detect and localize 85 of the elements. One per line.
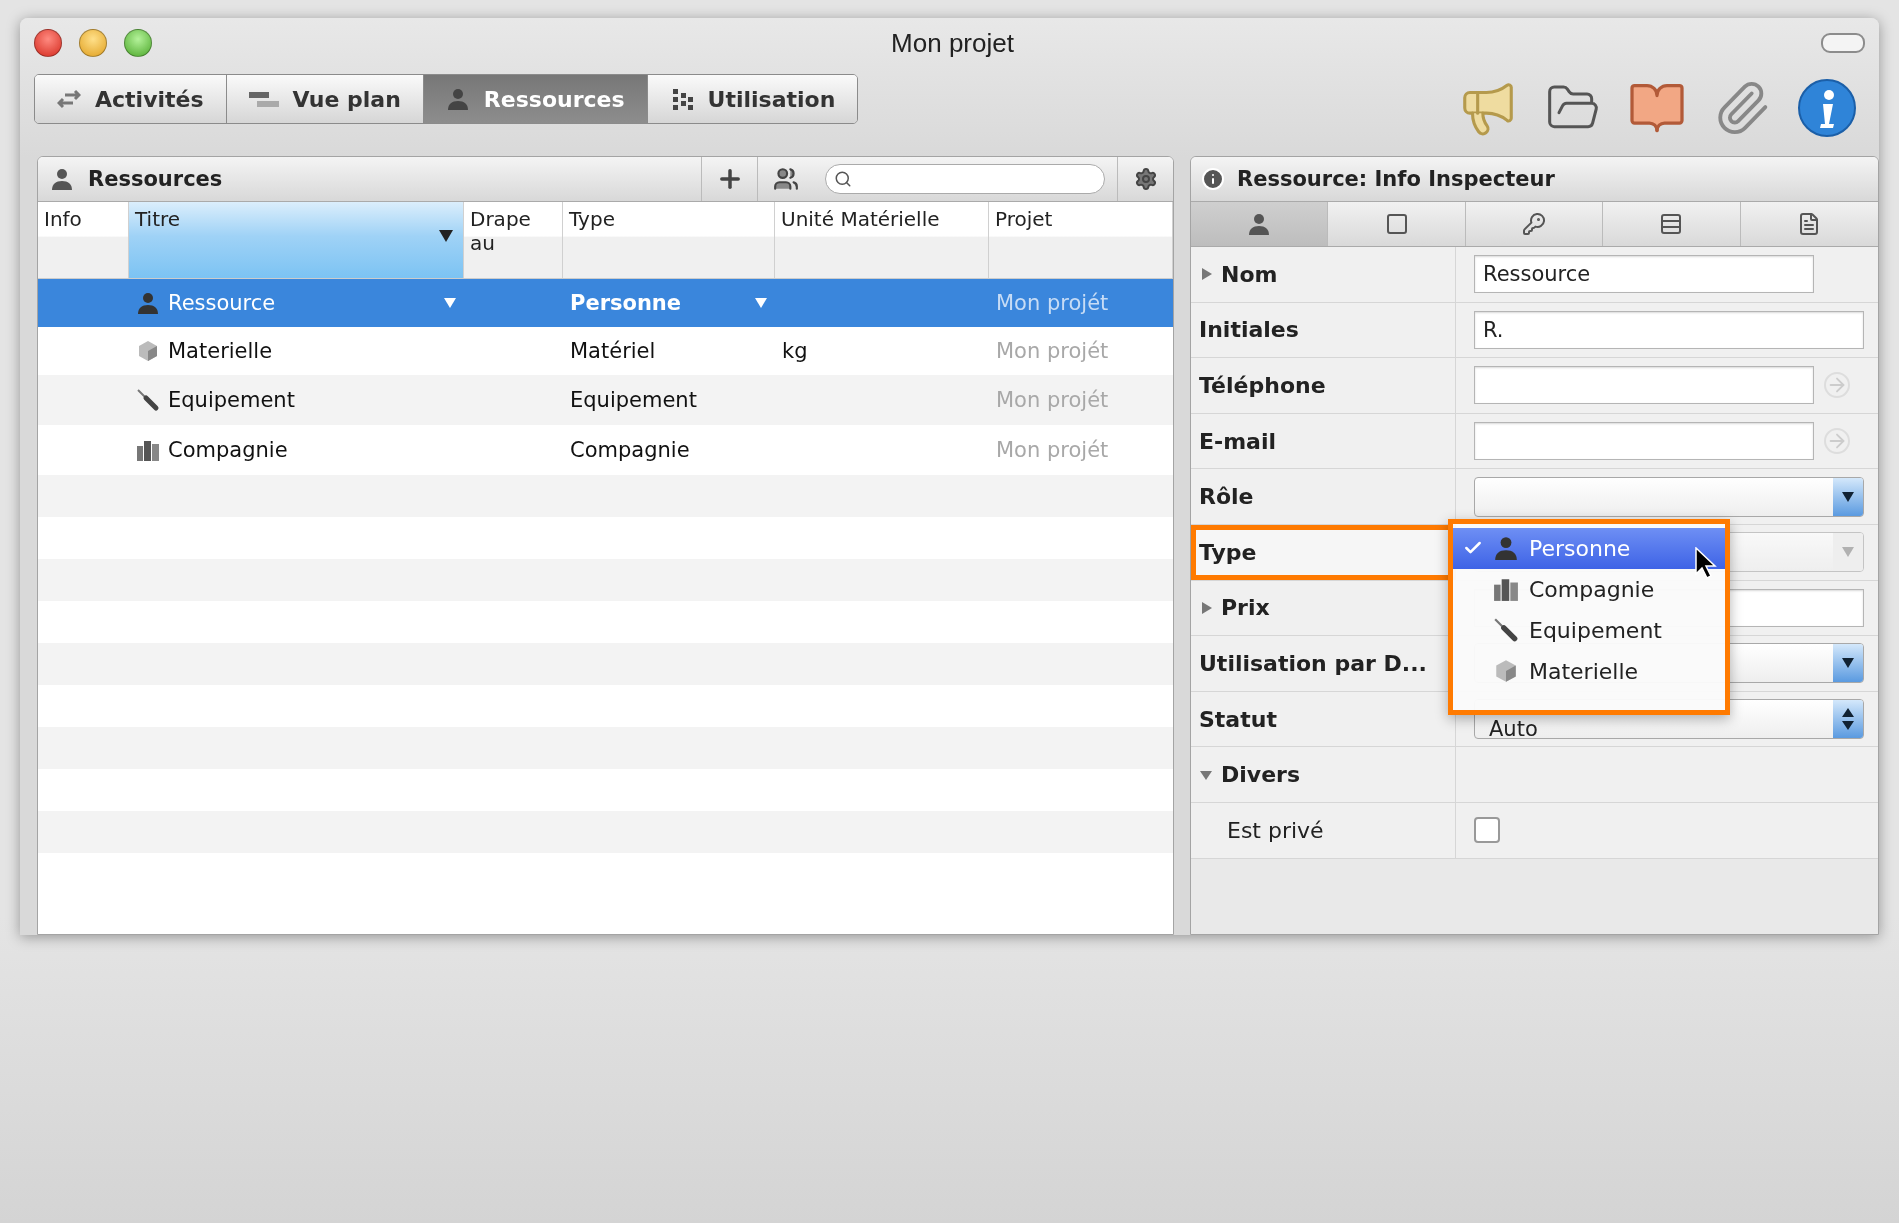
menu-item[interactable]: Compagnie xyxy=(1453,568,1725,610)
dropdown-arrow-icon xyxy=(755,298,767,308)
toolbar-toggle-button[interactable] xyxy=(1821,33,1865,53)
screwdriver-icon xyxy=(1493,617,1519,644)
people-icon xyxy=(772,166,799,192)
type-cell: Equipement xyxy=(570,388,697,412)
rows-icon xyxy=(1659,212,1684,236)
input-field[interactable] xyxy=(1474,366,1814,405)
field-label: Rôle xyxy=(1199,484,1254,510)
resource-row[interactable]: Ressource Personne Mon projét xyxy=(38,279,1173,327)
gear-icon xyxy=(1133,167,1158,191)
caret-down-icon xyxy=(1842,547,1854,558)
zoom-button[interactable] xyxy=(124,29,152,57)
view-tab[interactable]: Vue plan xyxy=(226,75,424,123)
square-icon xyxy=(1384,212,1409,236)
field-label: Divers xyxy=(1221,762,1300,788)
info-icon xyxy=(1201,167,1225,191)
type-cell: Compagnie xyxy=(570,438,690,462)
dropdown-arrow-icon xyxy=(444,298,456,308)
arrows-icon xyxy=(57,87,81,111)
mouse-cursor-icon xyxy=(1695,546,1717,579)
caret-down-icon xyxy=(1842,658,1854,669)
up-down-arrows-icon xyxy=(1842,708,1854,731)
title-cell: Compagnie xyxy=(168,438,288,462)
cube-icon xyxy=(136,339,160,363)
resource-row[interactable]: Equipement Equipement Mon projét xyxy=(38,375,1173,425)
field-label: Statut xyxy=(1199,706,1277,732)
project-cell: Mon projét xyxy=(996,291,1109,315)
field-label: Initiales xyxy=(1199,317,1299,343)
column-header[interactable]: Type xyxy=(563,202,775,278)
panel-title: Ressource: Info Inspecteur xyxy=(1237,167,1555,191)
column-header[interactable]: Drape au xyxy=(464,202,563,278)
column-header[interactable]: Info xyxy=(38,202,129,278)
input-field[interactable] xyxy=(1474,422,1814,461)
sort-arrow-icon xyxy=(439,230,453,242)
field-label: Prix xyxy=(1221,595,1270,621)
search-field[interactable] xyxy=(825,164,1105,194)
person-icon xyxy=(136,291,160,315)
field-label: Type xyxy=(1199,539,1257,565)
cube-icon xyxy=(1493,658,1519,685)
search-icon xyxy=(834,170,852,188)
field-label: Utilisation par D... xyxy=(1199,650,1427,676)
close-button[interactable] xyxy=(34,29,62,57)
input-field[interactable]: Ressource xyxy=(1474,255,1814,294)
field-label: Nom xyxy=(1221,261,1278,287)
project-cell: Mon projét xyxy=(996,438,1109,462)
project-cell: Mon projét xyxy=(996,339,1109,363)
field-label: Est privé xyxy=(1227,817,1324,843)
screwdriver-icon xyxy=(136,388,160,412)
person-icon xyxy=(445,87,470,111)
dropdown[interactable] xyxy=(1474,476,1864,517)
info-icon[interactable] xyxy=(1797,78,1857,138)
person-icon xyxy=(1493,535,1519,562)
input-field[interactable]: R. xyxy=(1474,310,1864,349)
title-cell: Materielle xyxy=(168,339,273,363)
type-cell: Personne xyxy=(570,291,682,315)
title-cell: Equipement xyxy=(168,388,295,412)
column-header[interactable]: Projet xyxy=(989,202,1173,278)
caret-down-icon xyxy=(1842,491,1854,502)
menu-item[interactable]: Materielle xyxy=(1453,650,1725,692)
column-header[interactable]: Titre xyxy=(129,202,464,278)
column-header[interactable]: Unité Matérielle xyxy=(775,202,989,278)
checkbox[interactable] xyxy=(1474,817,1500,844)
view-tab[interactable]: Activités xyxy=(35,75,227,123)
person-icon xyxy=(1247,212,1272,236)
minimize-button[interactable] xyxy=(79,29,107,57)
inspector-tab[interactable] xyxy=(1191,202,1329,246)
menu-item[interactable]: Equipement xyxy=(1453,609,1725,651)
field-label: Téléphone xyxy=(1199,373,1326,398)
field-label: E-mail xyxy=(1199,428,1276,454)
project-cell: Mon projét xyxy=(996,388,1109,412)
title-cell: Ressource xyxy=(168,291,276,315)
building-icon xyxy=(1493,576,1519,603)
key-icon xyxy=(1522,212,1546,236)
person-icon xyxy=(50,167,74,191)
view-tab[interactable]: Ressources xyxy=(423,75,648,123)
panel-title: Ressources xyxy=(88,167,223,191)
menu-item[interactable]: Personne xyxy=(1453,527,1725,569)
building-icon xyxy=(136,438,160,462)
window-title: Mon projet xyxy=(891,27,1014,59)
disclosure-triangle-icon[interactable] xyxy=(1199,600,1213,615)
unit-cell: kg xyxy=(782,339,808,363)
view-tab[interactable]: Utilisation xyxy=(647,75,858,123)
type-cell: Matériel xyxy=(570,339,656,363)
disclosure-triangle-icon[interactable] xyxy=(1199,267,1213,282)
